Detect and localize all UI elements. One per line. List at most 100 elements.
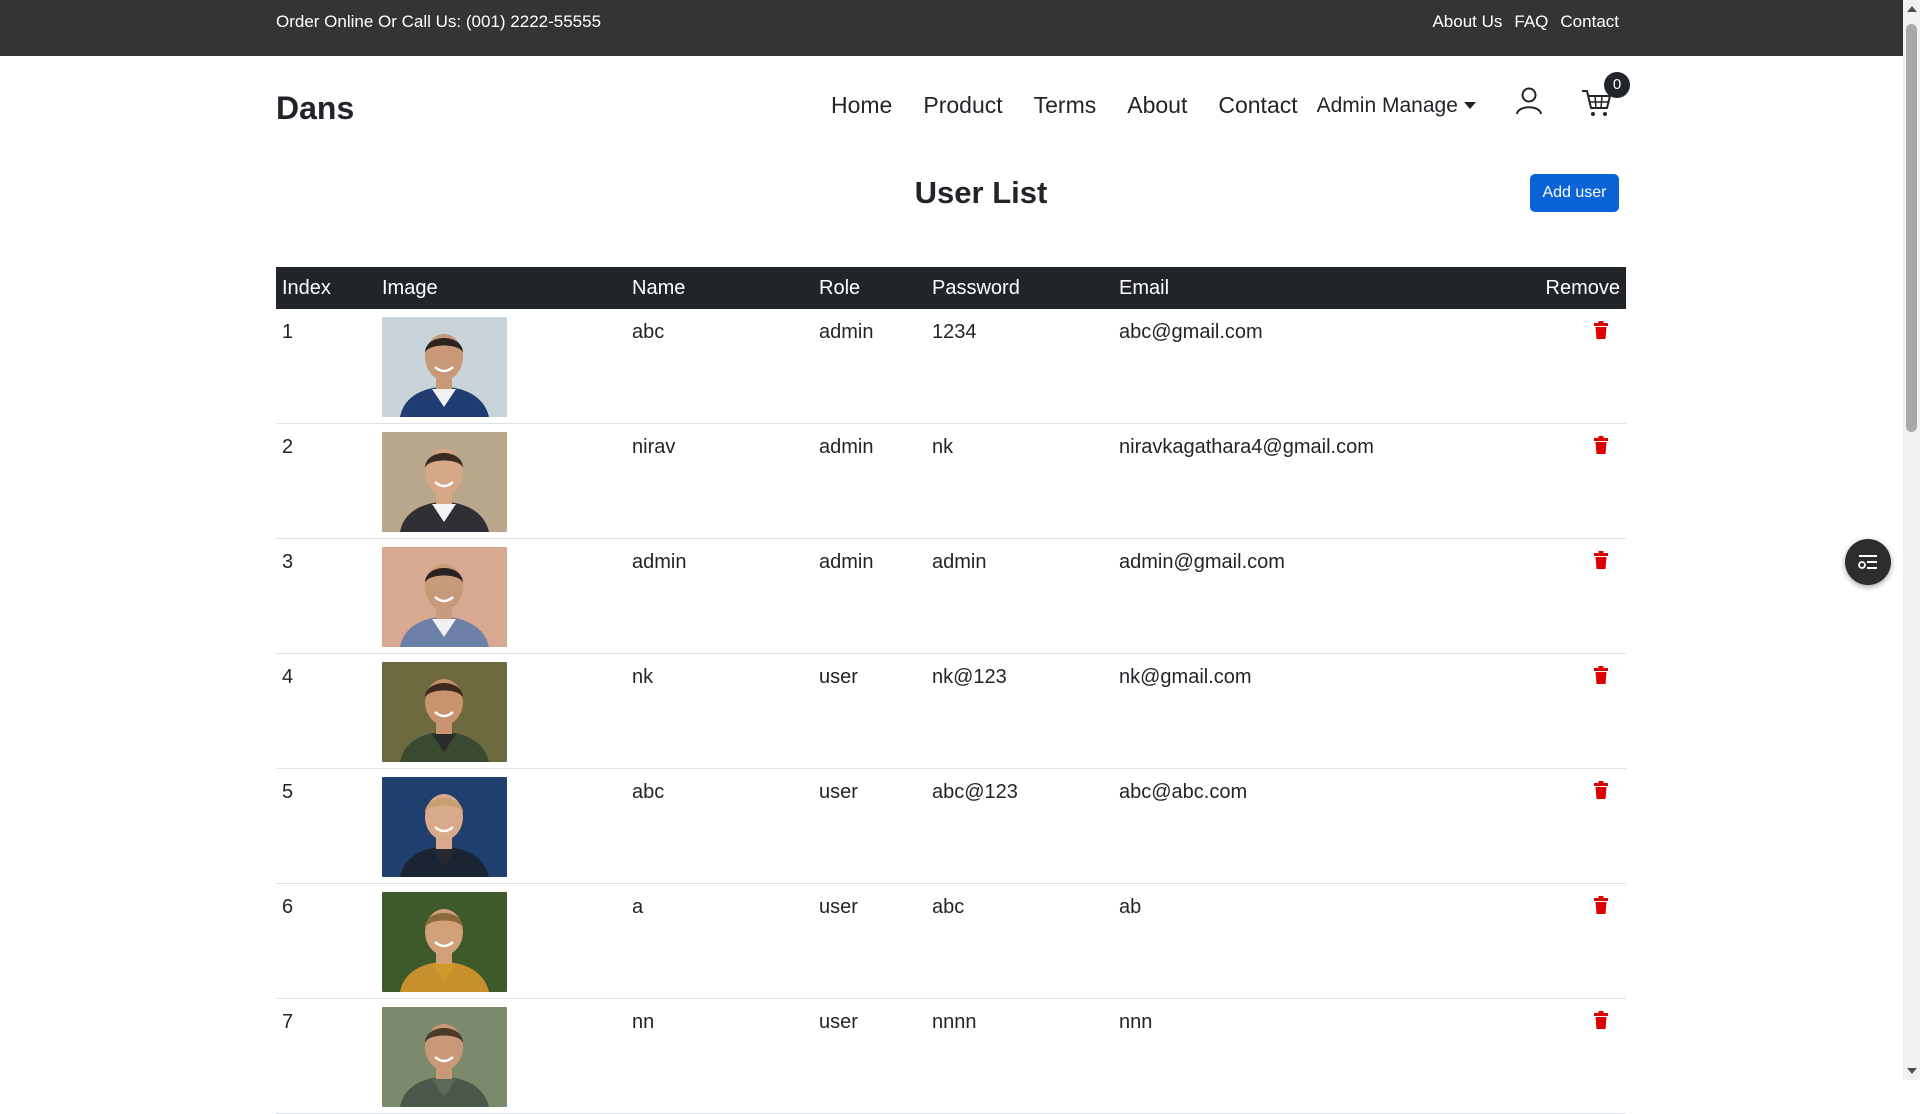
cell-image [376,309,626,424]
trash-icon[interactable] [1594,321,1608,339]
cell-email: niravkagathara4@gmail.com [1113,423,1514,539]
user-avatar-image [382,317,507,417]
user-avatar-image [382,777,507,877]
cell-password: nk@123 [926,653,1113,769]
contact-phone-text: Order Online Or Call Us: (001) 2222-5555… [276,12,602,31]
cell-role: user [813,653,926,769]
cell-role: admin [813,538,926,654]
cell-remove [1514,998,1626,1114]
header-name: Name [626,267,813,309]
trash-icon[interactable] [1594,1011,1608,1029]
nav-product[interactable]: Product [923,92,1002,119]
cell-role: user [813,768,926,884]
cell-remove [1514,309,1626,424]
cell-image [376,538,626,654]
cell-remove [1514,538,1626,654]
cell-remove [1514,653,1626,769]
cell-name: abc [626,309,813,424]
cell-name: a [626,883,813,999]
header-remove: Remove [1514,267,1626,309]
admin-manage-dropdown[interactable]: Admin Manage [1317,94,1476,118]
main-navbar: Dans Home Product Terms About Contact Ad… [0,56,1903,166]
header-index: Index [276,267,376,309]
user-avatar-image [382,662,507,762]
cell-email: nnn [1113,998,1514,1114]
cell-name: admin [626,538,813,654]
cell-index: 2 [276,423,376,539]
cell-password: nk [926,423,1113,539]
cell-password: nnnn [926,998,1113,1114]
nav-contact[interactable]: Contact [1218,92,1297,119]
cell-email: nk@gmail.com [1113,653,1514,769]
top-link-faq[interactable]: FAQ [1514,12,1548,32]
table-row: 6 a user abc ab [276,883,1626,999]
table-body: 1 abc admin 1234 abc@gmail.com 2 nirav a… [276,309,1626,1114]
page-title: User List [914,175,1048,210]
cell-name: nirav [626,423,813,539]
admin-manage-label: Admin Manage [1316,93,1458,117]
cell-email: abc@abc.com [1113,768,1514,884]
scroll-down-arrow-icon[interactable] [1907,1068,1917,1074]
cell-image [376,768,626,884]
user-avatar-image [382,1007,507,1107]
brand-logo[interactable]: Dans [276,90,354,127]
user-table: Index Image Name Role Password Email Rem… [276,267,1626,1114]
cell-image [376,423,626,539]
trash-icon[interactable] [1594,666,1608,684]
cell-role: admin [813,309,926,424]
top-link-contact[interactable]: Contact [1560,12,1619,32]
table-row: 4 nk user nk@123 nk@gmail.com [276,653,1626,769]
table-row: 3 admin admin admin admin@gmail.com [276,538,1626,654]
cell-email: abc@gmail.com [1113,309,1514,424]
table-row: 1 abc admin 1234 abc@gmail.com [276,309,1626,424]
cell-remove [1514,423,1626,539]
trash-icon[interactable] [1594,436,1608,454]
cell-password: admin [926,538,1113,654]
user-avatar-image [382,892,507,992]
cell-name: nn [626,998,813,1114]
cell-remove [1514,883,1626,999]
page-scrollbar[interactable] [1903,0,1920,1080]
trash-icon[interactable] [1594,551,1608,569]
cell-password: abc@123 [926,768,1113,884]
cart-count-badge: 0 [1604,72,1630,98]
user-avatar-image [382,547,507,647]
user-icon[interactable] [1514,86,1544,116]
user-avatar-image [382,432,507,532]
filter-list-icon [1858,555,1877,569]
nav-terms[interactable]: Terms [1034,92,1097,119]
header-email: Email [1113,267,1514,309]
trash-icon[interactable] [1594,896,1608,914]
add-user-button[interactable]: Add user [1530,174,1619,212]
cell-image [376,998,626,1114]
cell-name: abc [626,768,813,884]
top-bar: Order Online Or Call Us: (001) 2222-5555… [0,0,1903,56]
header-password: Password [926,267,1113,309]
cell-index: 4 [276,653,376,769]
nav-menu: Home Product Terms About Contact Admin M… [831,92,1476,119]
cell-image [376,883,626,999]
cell-index: 7 [276,998,376,1114]
nav-home[interactable]: Home [831,92,892,119]
cell-index: 6 [276,883,376,999]
cell-role: user [813,883,926,999]
nav-about[interactable]: About [1127,92,1187,119]
header-image: Image [376,267,626,309]
trash-icon[interactable] [1594,781,1608,799]
cell-password: 1234 [926,309,1113,424]
top-links: About Us FAQ Contact [1432,12,1619,32]
top-link-about-us[interactable]: About Us [1432,12,1502,32]
cell-name: nk [626,653,813,769]
table-header-row: Index Image Name Role Password Email Rem… [276,267,1626,309]
scroll-up-arrow-icon[interactable] [1907,6,1917,12]
floating-filter-button[interactable] [1845,539,1891,585]
cell-password: abc [926,883,1113,999]
cell-role: admin [813,423,926,539]
cell-email: ab [1113,883,1514,999]
table-row: 2 nirav admin nk niravkagathara4@gmail.c… [276,423,1626,539]
cell-index: 3 [276,538,376,654]
table-row: 7 nn user nnnn nnn [276,998,1626,1114]
cell-index: 5 [276,768,376,884]
cell-image [376,653,626,769]
scrollbar-thumb[interactable] [1906,24,1917,432]
